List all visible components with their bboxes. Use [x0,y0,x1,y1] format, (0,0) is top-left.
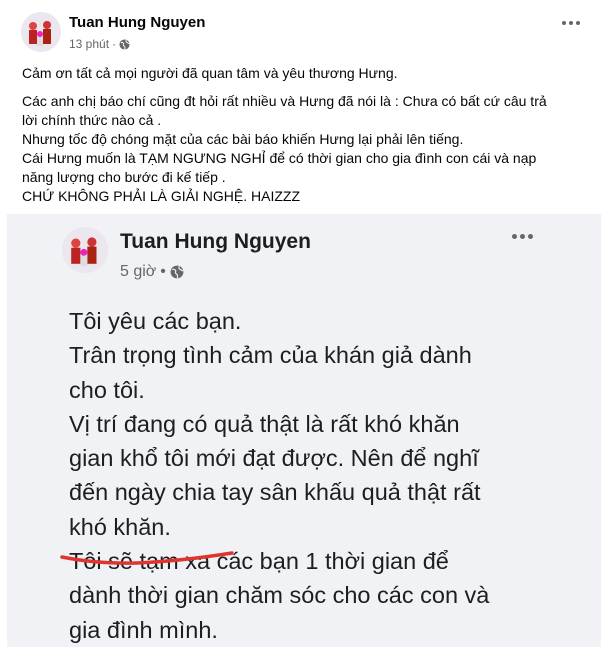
red-underline-mark [60,551,234,565]
more-options-button[interactable] [553,10,589,36]
embedded-screenshot[interactable]: Tuan Hung Nguyen 5 giờ • Tôi yêu các bạn… [7,214,601,647]
more-options-icon [562,21,566,25]
more-options-icon-dot [569,21,573,25]
author-avatar[interactable] [21,12,61,52]
post-line: Cái Hưng muốn là TẠM NGƯNG NGHỈ để có th… [22,150,537,166]
post-text: Cảm ơn tất cả mọi người đã quan tâm và y… [22,64,587,206]
post-time[interactable]: 13 phút [69,37,109,51]
facebook-post: Tuan Hung Nguyen 13 phút · Cảm ơn tất cả… [0,0,601,647]
post-line: Cảm ơn tất cả mọi người đã quan tâm và y… [22,65,398,81]
author-name[interactable]: Tuan Hung Nguyen [69,14,205,31]
avatar-photo [21,12,61,52]
meta-separator: · [112,37,117,51]
more-options-icon-dot [576,21,580,25]
post-line: năng lượng cho bước đi kế tiếp . [22,169,226,185]
post-line: Các anh chị báo chí cũng đt hỏi rất nhiề… [22,93,547,109]
globe-icon [119,38,130,50]
post-line: Nhưng tốc độ chóng mặt của các bài báo k… [22,131,464,147]
post-line: CHỨ KHÔNG PHẢI LÀ GIẢI NGHỆ. HAIZZZ [22,188,300,204]
post-line: lời chính thức nào cả . [22,112,162,128]
post-meta: 13 phút · [69,37,130,51]
